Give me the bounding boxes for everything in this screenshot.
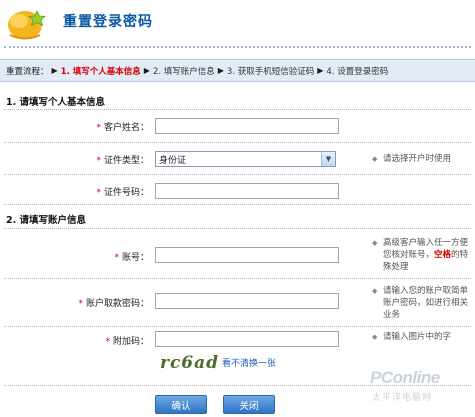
password-label: * 账户取款密码：: [78, 296, 149, 309]
chevron-down-icon[interactable]: ▼: [321, 152, 335, 166]
required-mark-icon: *: [114, 253, 119, 263]
steps-lead: 重置流程：: [6, 66, 49, 77]
arrow-right-icon: ▶: [51, 66, 58, 75]
captcha-image: rc6ad: [157, 349, 219, 375]
logo-icon: [4, 2, 50, 42]
step-2: 2. 填写账户信息: [152, 66, 215, 77]
step-4: 4. 设置登录密码: [326, 66, 389, 77]
hint-dot-icon: ◆: [372, 287, 378, 295]
id-type-select[interactable]: 身份证 ▼: [155, 151, 336, 167]
id-type-label: * 证件类型：: [96, 153, 149, 166]
account-label-text: 账号：: [121, 253, 149, 263]
section-title-account: 2. 请填写账户信息: [6, 215, 87, 226]
required-mark-icon: *: [96, 156, 101, 166]
hint-dot-icon: ◆: [372, 239, 378, 247]
captcha-refresh-link[interactable]: 看不清换一张: [222, 356, 276, 369]
section-title-personal: 1. 请填写个人基本信息: [6, 97, 106, 108]
divider: [4, 109, 471, 110]
customer-name-input[interactable]: [155, 118, 339, 134]
id-number-label: * 证件号码：: [96, 185, 149, 198]
required-mark-icon: *: [78, 299, 83, 309]
captcha-label: * 附加码：: [105, 334, 149, 347]
divider: [4, 385, 471, 386]
id-type-hint-text: 请选择开户时使用: [383, 154, 452, 164]
page-title: 重置登录密码: [63, 14, 153, 30]
divider: [4, 278, 471, 279]
confirm-button[interactable]: 确认: [155, 395, 207, 414]
id-type-label-text: 证件类型：: [103, 156, 149, 166]
title-divider: [4, 46, 471, 48]
captcha-text: rc6ad: [160, 353, 219, 373]
step-3: 3. 获取手机短信验证码: [226, 66, 315, 77]
id-number-input[interactable]: [155, 183, 339, 199]
arrow-right-icon: ▶: [317, 66, 324, 75]
required-mark-icon: *: [96, 123, 101, 133]
close-button[interactable]: 关闭: [223, 395, 275, 414]
arrow-right-icon: ▶: [217, 66, 224, 75]
captcha-hint-text: 请输入图片中的字: [383, 332, 452, 342]
hint-dot-icon: ◆: [372, 155, 378, 163]
watermark-sub: 太平洋电脑网: [372, 393, 433, 403]
customer-name-label-text: 客户姓名：: [103, 123, 149, 133]
divider: [4, 326, 471, 327]
hint-dot-icon: ◆: [372, 333, 378, 341]
id-type-value: 身份证: [159, 155, 187, 166]
divider: [4, 142, 471, 143]
account-hint: ◆ 高级客户输入任一方便您核对账号，空格的特殊处理: [372, 237, 472, 273]
divider: [4, 204, 471, 205]
account-input[interactable]: [155, 247, 339, 263]
customer-name-label: * 客户姓名：: [96, 120, 149, 133]
arrow-right-icon: ▶: [143, 66, 150, 75]
password-input[interactable]: [155, 293, 339, 309]
divider: [4, 174, 471, 175]
id-type-hint: ◆ 请选择开户时使用: [372, 153, 472, 165]
password-hint: ◆ 请输入您的账户取简单账户密码，如进行相关业务: [372, 285, 472, 321]
password-hint-text: 请输入您的账户取简单账户密码，如进行相关业务: [383, 286, 469, 320]
divider: [4, 228, 471, 229]
id-number-label-text: 证件号码：: [103, 188, 149, 198]
captcha-hint: ◆ 请输入图片中的字: [372, 331, 472, 343]
password-label-text: 账户取款密码：: [85, 299, 149, 309]
captcha-label-text: 附加码：: [112, 337, 149, 347]
watermark: PConline 太平洋电脑网: [370, 368, 474, 404]
account-hint-text: 高级客户输入任一方便您核对账号，空格的特殊处理: [372, 237, 472, 273]
step-1: 1. 填写个人基本信息: [60, 66, 141, 77]
account-hint-emphasis: 空格: [434, 250, 452, 260]
progress-steps: 重置流程： ▶ 1. 填写个人基本信息 ▶ 2. 填写账户信息 ▶ 3. 获取手…: [0, 59, 475, 82]
required-mark-icon: *: [96, 188, 101, 198]
required-mark-icon: *: [105, 337, 110, 347]
captcha-input[interactable]: [155, 331, 339, 347]
account-label: * 账号：: [114, 250, 149, 263]
